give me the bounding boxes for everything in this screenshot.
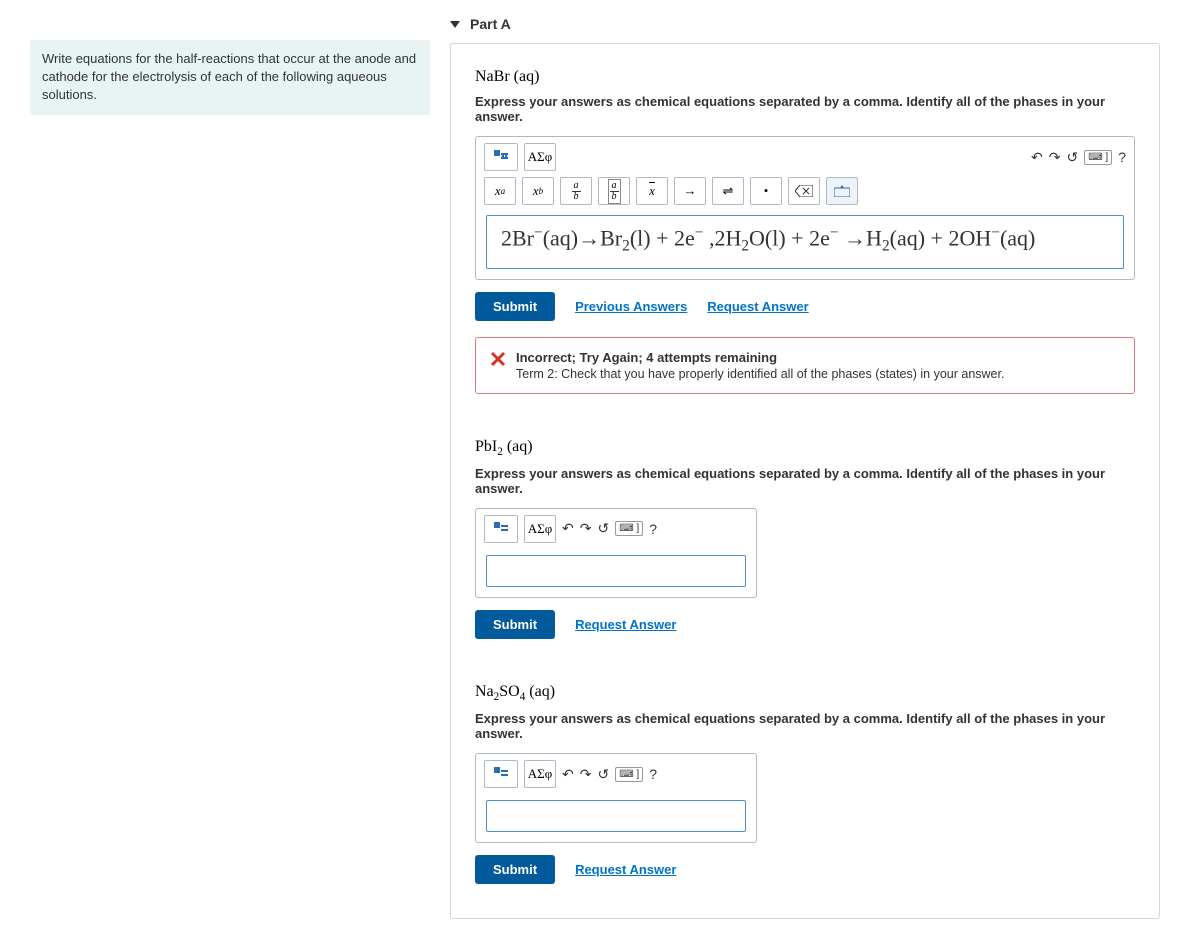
help-icon[interactable]: ?: [649, 521, 657, 537]
answer-field[interactable]: 2Br−(aq)→Br2(l) + 2e− ,2H2O(l) + 2e− →H2…: [486, 215, 1124, 269]
part-title: Part A: [470, 16, 511, 32]
templates-button[interactable]: [484, 760, 518, 788]
request-answer-link[interactable]: Request Answer: [575, 862, 676, 877]
backspace-button[interactable]: [788, 177, 820, 205]
templates-button[interactable]: [484, 143, 518, 171]
feedback-box: Incorrect; Try Again; 4 attempts remaini…: [475, 337, 1135, 394]
undo-icon[interactable]: ↶: [562, 520, 574, 537]
redo-icon[interactable]: ↷: [580, 766, 592, 783]
special-keyboard-button[interactable]: [826, 177, 858, 205]
subscript-button[interactable]: xb: [522, 177, 554, 205]
redo-icon[interactable]: ↷: [580, 520, 592, 537]
boxed-fraction-button[interactable]: ab: [598, 177, 630, 205]
redo-icon[interactable]: ↷: [1049, 149, 1061, 166]
chevron-down-icon: [450, 17, 460, 32]
superscript-button[interactable]: xa: [484, 177, 516, 205]
dot-button[interactable]: •: [750, 177, 782, 205]
instructions: Express your answers as chemical equatio…: [475, 94, 1135, 124]
part-header[interactable]: Part A: [450, 10, 1160, 41]
instructions: Express your answers as chemical equatio…: [475, 466, 1135, 496]
xbar-button[interactable]: x: [636, 177, 668, 205]
equilibrium-button[interactable]: ⇌: [712, 177, 744, 205]
request-answer-link[interactable]: Request Answer: [575, 617, 676, 632]
greek-button[interactable]: ΑΣφ: [524, 515, 556, 543]
greek-button[interactable]: ΑΣφ: [524, 760, 556, 788]
help-icon[interactable]: ?: [649, 766, 657, 782]
answer-field[interactable]: [486, 800, 746, 832]
reset-icon[interactable]: ↺: [1066, 149, 1078, 166]
fraction-button[interactable]: ab: [560, 177, 592, 205]
compound-na2so4: Na2SO4 (aq): [475, 683, 1135, 703]
undo-icon[interactable]: ↶: [1031, 149, 1043, 166]
feedback-body: Term 2: Check that you have properly ide…: [516, 367, 1004, 381]
previous-answers-link[interactable]: Previous Answers: [575, 299, 687, 314]
incorrect-icon: [490, 350, 506, 370]
equation-editor[interactable]: ΑΣφ ↶ ↷ ↺ ⌨ ] ?: [475, 508, 757, 598]
keyboard-icon[interactable]: ⌨ ]: [615, 767, 643, 782]
equation-editor[interactable]: ΑΣφ ↶ ↷ ↺ ⌨ ] ? xa xb ab ab: [475, 136, 1135, 280]
undo-icon[interactable]: ↶: [562, 766, 574, 783]
keyboard-icon[interactable]: ⌨ ]: [1084, 150, 1112, 165]
compound-pbi2: PbI2 (aq): [475, 438, 1135, 458]
equation-editor[interactable]: ΑΣφ ↶ ↷ ↺ ⌨ ] ?: [475, 753, 757, 843]
instructions: Express your answers as chemical equatio…: [475, 711, 1135, 741]
templates-button[interactable]: [484, 515, 518, 543]
submit-button[interactable]: Submit: [475, 292, 555, 321]
greek-button[interactable]: ΑΣφ: [524, 143, 556, 171]
request-answer-link[interactable]: Request Answer: [707, 299, 808, 314]
compound-nabr: NaBr (aq): [475, 68, 1135, 86]
reset-icon[interactable]: ↺: [597, 520, 609, 537]
submit-button[interactable]: Submit: [475, 610, 555, 639]
question-prompt: Write equations for the half-reactions t…: [30, 40, 430, 115]
reset-icon[interactable]: ↺: [597, 766, 609, 783]
answer-field[interactable]: [486, 555, 746, 587]
keyboard-icon[interactable]: ⌨ ]: [615, 521, 643, 536]
arrow-button[interactable]: →: [674, 177, 706, 205]
help-icon[interactable]: ?: [1118, 149, 1126, 165]
feedback-title: Incorrect; Try Again; 4 attempts remaini…: [516, 350, 1004, 365]
submit-button[interactable]: Submit: [475, 855, 555, 884]
